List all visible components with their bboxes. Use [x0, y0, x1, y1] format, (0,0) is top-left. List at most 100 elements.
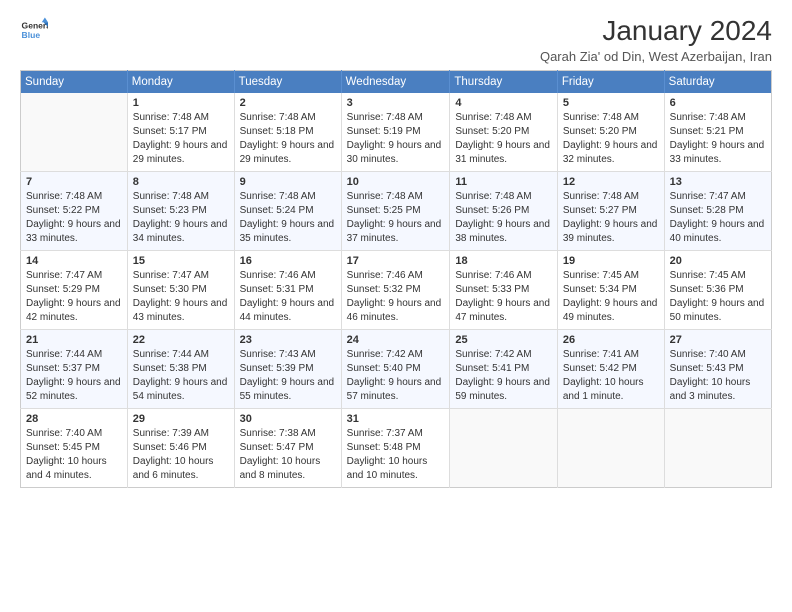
- day-info: Sunrise: 7:48 AMSunset: 5:22 PMDaylight:…: [26, 190, 122, 246]
- col-tuesday: Tuesday: [234, 70, 341, 93]
- day-info: Sunrise: 7:41 AMSunset: 5:42 PMDaylight:…: [563, 348, 659, 404]
- day-info: Sunrise: 7:38 AMSunset: 5:47 PMDaylight:…: [240, 427, 336, 483]
- day-info: Sunrise: 7:48 AMSunset: 5:26 PMDaylight:…: [455, 190, 551, 246]
- table-row: 27Sunrise: 7:40 AMSunset: 5:43 PMDayligh…: [664, 329, 771, 408]
- table-row: 19 Sunrise: 7:45 AMSunset: 5:34 PMDayligh…: [557, 250, 664, 329]
- day-info: Sunrise: 7:48 AMSunset: 5:18 PMDaylight:…: [240, 111, 336, 167]
- logo: General Blue: [20, 16, 48, 44]
- day-info: Sunrise: 7:48 AMSunset: 5:25 PMDaylight:…: [347, 190, 445, 246]
- day-info: Sunrise: 7:39 AMSunset: 5:46 PMDaylight:…: [133, 427, 229, 483]
- day-number: 3: [347, 97, 445, 109]
- day-number: 2: [240, 97, 336, 109]
- table-row: 14 Sunrise: 7:47 AMSunset: 5:29 PMDayligh…: [21, 250, 128, 329]
- table-row: 26Sunrise: 7:41 AMSunset: 5:42 PMDayligh…: [557, 329, 664, 408]
- table-row: 11 Sunrise: 7:48 AMSunset: 5:26 PMDayligh…: [450, 171, 557, 250]
- table-row: [21, 93, 128, 172]
- table-row: 12 Sunrise: 7:48 AMSunset: 5:27 PMDayligh…: [557, 171, 664, 250]
- table-row: 9 Sunrise: 7:48 AMSunset: 5:24 PMDaylight…: [234, 171, 341, 250]
- table-row: 16 Sunrise: 7:46 AMSunset: 5:31 PMDayligh…: [234, 250, 341, 329]
- col-thursday: Thursday: [450, 70, 557, 93]
- table-row: 3 Sunrise: 7:48 AMSunset: 5:19 PMDaylight…: [341, 93, 450, 172]
- day-info: Sunrise: 7:48 AMSunset: 5:27 PMDaylight:…: [563, 190, 659, 246]
- table-row: 10 Sunrise: 7:48 AMSunset: 5:25 PMDayligh…: [341, 171, 450, 250]
- day-info: Sunrise: 7:46 AMSunset: 5:31 PMDaylight:…: [240, 269, 336, 325]
- day-info: Sunrise: 7:42 AMSunset: 5:40 PMDaylight:…: [347, 348, 445, 404]
- day-info: Sunrise: 7:46 AMSunset: 5:32 PMDaylight:…: [347, 269, 445, 325]
- day-number: 29: [133, 413, 229, 425]
- day-number: 11: [455, 176, 551, 188]
- day-number: 8: [133, 176, 229, 188]
- day-number: 22: [133, 334, 229, 346]
- table-row: 6Sunrise: 7:48 AMSunset: 5:21 PMDaylight…: [664, 93, 771, 172]
- col-monday: Monday: [127, 70, 234, 93]
- day-number: 30: [240, 413, 336, 425]
- table-row: 28 Sunrise: 7:40 AMSunset: 5:45 PMDayligh…: [21, 408, 128, 487]
- day-number: 10: [347, 176, 445, 188]
- day-number: 31: [347, 413, 445, 425]
- day-number: 17: [347, 255, 445, 267]
- day-info: Sunrise: 7:44 AMSunset: 5:38 PMDaylight:…: [133, 348, 229, 404]
- table-row: 25Sunrise: 7:42 AMSunset: 5:41 PMDayligh…: [450, 329, 557, 408]
- day-info: Sunrise: 7:45 AMSunset: 5:36 PMDaylight:…: [670, 269, 766, 325]
- day-info: Sunrise: 7:45 AMSunset: 5:34 PMDaylight:…: [563, 269, 659, 325]
- day-number: 16: [240, 255, 336, 267]
- day-number: 12: [563, 176, 659, 188]
- table-row: 7 Sunrise: 7:48 AMSunset: 5:22 PMDaylight…: [21, 171, 128, 250]
- table-row: [557, 408, 664, 487]
- day-number: 15: [133, 255, 229, 267]
- calendar-table: Sunday Monday Tuesday Wednesday Thursday…: [20, 70, 772, 488]
- header: General Blue January 2024 Qarah Zia' od …: [20, 16, 772, 64]
- day-number: 6: [670, 97, 766, 109]
- table-row: 18 Sunrise: 7:46 AMSunset: 5:33 PMDayligh…: [450, 250, 557, 329]
- day-info: Sunrise: 7:40 AMSunset: 5:45 PMDaylight:…: [26, 427, 122, 483]
- day-number: 18: [455, 255, 551, 267]
- table-row: 29 Sunrise: 7:39 AMSunset: 5:46 PMDayligh…: [127, 408, 234, 487]
- table-row: [664, 408, 771, 487]
- table-row: 1Sunrise: 7:48 AMSunset: 5:17 PMDaylight…: [127, 93, 234, 172]
- main-title: January 2024: [540, 16, 772, 47]
- day-number: 7: [26, 176, 122, 188]
- table-row: 21 Sunrise: 7:44 AMSunset: 5:37 PMDayligh…: [21, 329, 128, 408]
- table-row: 2 Sunrise: 7:48 AMSunset: 5:18 PMDaylight…: [234, 93, 341, 172]
- day-info: Sunrise: 7:40 AMSunset: 5:43 PMDaylight:…: [670, 348, 766, 404]
- svg-text:Blue: Blue: [22, 30, 41, 40]
- day-info: Sunrise: 7:48 AMSunset: 5:23 PMDaylight:…: [133, 190, 229, 246]
- calendar-week-row: 28 Sunrise: 7:40 AMSunset: 5:45 PMDayligh…: [21, 408, 772, 487]
- day-number: 4: [455, 97, 551, 109]
- day-number: 1: [133, 97, 229, 109]
- table-row: [450, 408, 557, 487]
- table-row: 31Sunrise: 7:37 AMSunset: 5:48 PMDayligh…: [341, 408, 450, 487]
- day-number: 24: [347, 334, 445, 346]
- col-wednesday: Wednesday: [341, 70, 450, 93]
- day-info: Sunrise: 7:48 AMSunset: 5:24 PMDaylight:…: [240, 190, 336, 246]
- logo-icon: General Blue: [20, 16, 48, 44]
- day-info: Sunrise: 7:44 AMSunset: 5:37 PMDaylight:…: [26, 348, 122, 404]
- table-row: 24 Sunrise: 7:42 AMSunset: 5:40 PMDayligh…: [341, 329, 450, 408]
- calendar-week-row: 1Sunrise: 7:48 AMSunset: 5:17 PMDaylight…: [21, 93, 772, 172]
- calendar-week-row: 7 Sunrise: 7:48 AMSunset: 5:22 PMDaylight…: [21, 171, 772, 250]
- table-row: 17 Sunrise: 7:46 AMSunset: 5:32 PMDayligh…: [341, 250, 450, 329]
- day-info: Sunrise: 7:47 AMSunset: 5:29 PMDaylight:…: [26, 269, 122, 325]
- day-info: Sunrise: 7:43 AMSunset: 5:39 PMDaylight:…: [240, 348, 336, 404]
- day-number: 19: [563, 255, 659, 267]
- day-number: 20: [670, 255, 766, 267]
- day-number: 14: [26, 255, 122, 267]
- day-number: 9: [240, 176, 336, 188]
- subtitle: Qarah Zia' od Din, West Azerbaijan, Iran: [540, 49, 772, 64]
- col-friday: Friday: [557, 70, 664, 93]
- col-saturday: Saturday: [664, 70, 771, 93]
- day-info: Sunrise: 7:48 AMSunset: 5:20 PMDaylight:…: [563, 111, 659, 167]
- table-row: 8 Sunrise: 7:48 AMSunset: 5:23 PMDaylight…: [127, 171, 234, 250]
- day-info: Sunrise: 7:47 AMSunset: 5:28 PMDaylight:…: [670, 190, 766, 246]
- day-info: Sunrise: 7:48 AMSunset: 5:19 PMDaylight:…: [347, 111, 445, 167]
- day-info: Sunrise: 7:46 AMSunset: 5:33 PMDaylight:…: [455, 269, 551, 325]
- header-row: Sunday Monday Tuesday Wednesday Thursday…: [21, 70, 772, 93]
- day-number: 21: [26, 334, 122, 346]
- day-number: 5: [563, 97, 659, 109]
- day-number: 23: [240, 334, 336, 346]
- day-number: 25: [455, 334, 551, 346]
- day-number: 28: [26, 413, 122, 425]
- day-info: Sunrise: 7:47 AMSunset: 5:30 PMDaylight:…: [133, 269, 229, 325]
- page: General Blue January 2024 Qarah Zia' od …: [0, 0, 792, 612]
- table-row: 20 Sunrise: 7:45 AMSunset: 5:36 PMDayligh…: [664, 250, 771, 329]
